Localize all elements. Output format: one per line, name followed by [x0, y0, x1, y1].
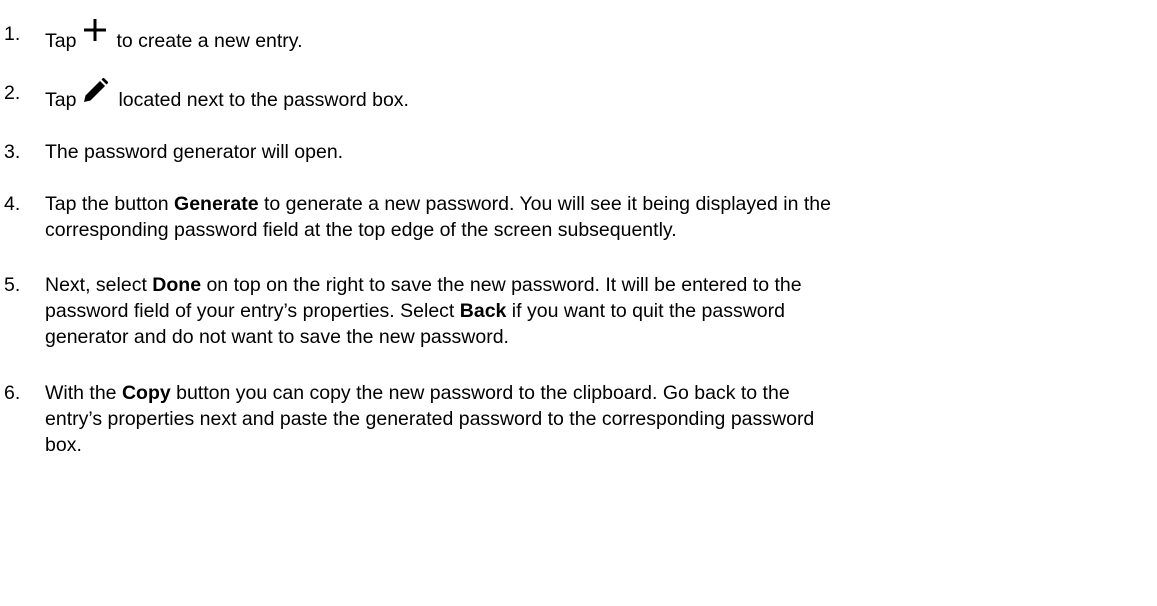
generate-button-label: Generate	[174, 193, 259, 215]
text-run: to generate a new password. You will see…	[258, 193, 831, 215]
step-text: Tap to create a new entry.	[45, 19, 1153, 54]
text-run: button you can copy the new password to …	[170, 382, 790, 404]
step-text: Tap the button Generate to generate a ne…	[45, 191, 1153, 243]
pencil-icon	[82, 77, 109, 104]
step-line-1: With the Copy button you can copy the ne…	[45, 380, 1153, 406]
step-line-1: Next, select Done on top on the right to…	[45, 272, 1153, 298]
step-number: 3.	[4, 141, 21, 163]
step-number: 5.	[4, 274, 21, 296]
back-button-label: Back	[459, 300, 507, 322]
step-number: 6.	[4, 382, 21, 404]
text-run: Next, select	[45, 274, 153, 296]
step-text: Next, select Done on top on the right to…	[45, 272, 1153, 350]
step-line-2: corresponding password field at the top …	[45, 219, 677, 241]
text-run: password field of your entry’s propertie…	[45, 300, 460, 322]
step-text-before-icon: Tap	[45, 89, 77, 111]
text-run: Tap the button	[45, 193, 175, 215]
step-number: 2.	[4, 82, 21, 104]
instruction-document: 1. Tap to create a new entry. 2. Tap locat…	[0, 0, 1157, 606]
text-run: With the	[45, 382, 122, 404]
step-number: 1.	[4, 23, 21, 45]
step-text-before-icon: Tap	[45, 30, 77, 52]
plus-icon	[82, 17, 108, 43]
step-number: 4.	[4, 193, 21, 215]
done-button-label: Done	[152, 274, 202, 296]
step-line-3: generator and do not want to save the ne…	[45, 326, 509, 348]
step-text-after-icon: located next to the password box.	[118, 89, 409, 111]
step-text: Tap located next to the password box.	[45, 77, 1153, 113]
text-run: if you want to quit the password	[506, 300, 785, 322]
text-run: on top on the right to save the new pass…	[201, 274, 802, 296]
step-line-2: entry’s properties next and paste the ge…	[45, 408, 815, 430]
step-text: With the Copy button you can copy the ne…	[45, 380, 1153, 458]
copy-button-label: Copy	[121, 382, 171, 404]
step-text: The password generator will open.	[45, 139, 1153, 165]
step-line-1: Tap the button Generate to generate a ne…	[45, 191, 1153, 217]
step-line: The password generator will open.	[45, 141, 344, 163]
step-text-after-icon: to create a new entry.	[116, 30, 303, 52]
step-line-2: password field of your entry’s propertie…	[45, 298, 1153, 324]
step-line-3: box.	[45, 434, 82, 456]
